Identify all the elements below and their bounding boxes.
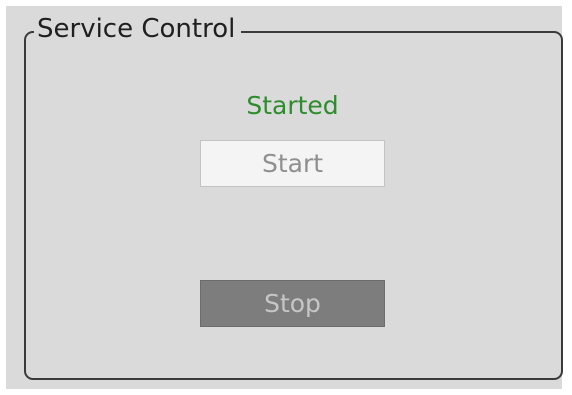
service-control-groupbox xyxy=(24,31,563,380)
groupbox-title: Service Control xyxy=(34,12,242,46)
stop-button[interactable]: Stop xyxy=(200,280,385,327)
service-status-label: Started xyxy=(246,91,339,120)
start-button[interactable]: Start xyxy=(200,140,385,187)
